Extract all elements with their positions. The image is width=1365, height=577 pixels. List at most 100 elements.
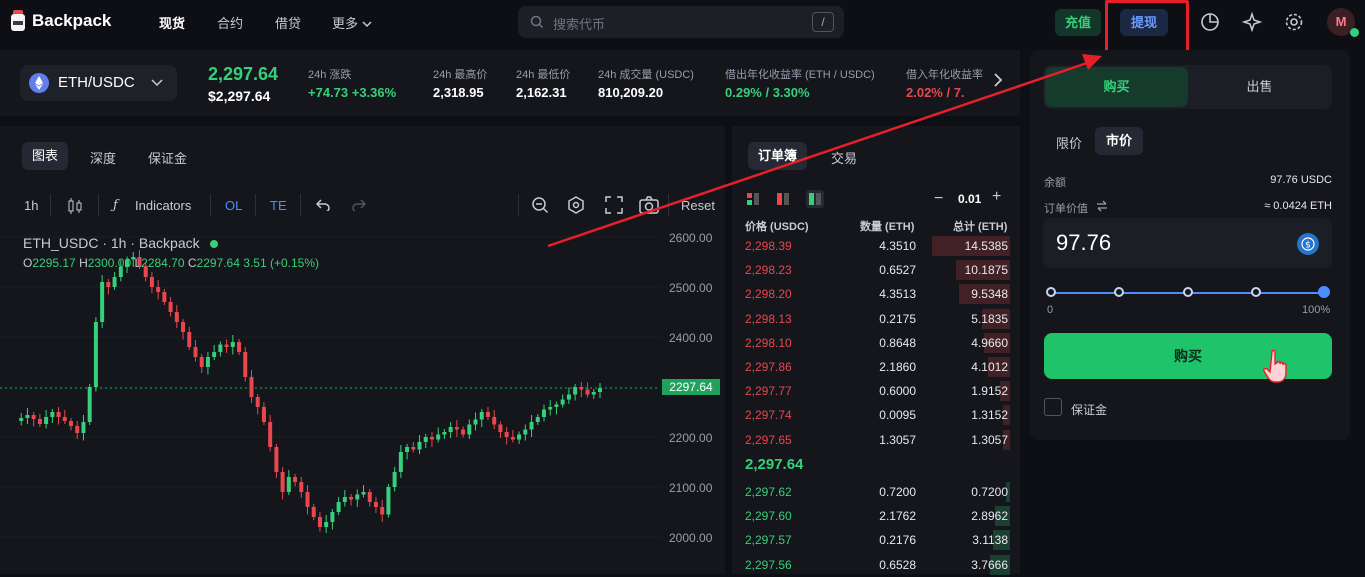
order-total: 4.9660 bbox=[971, 335, 1008, 350]
order-price: 2,297.57 bbox=[745, 533, 792, 548]
candle-body bbox=[411, 447, 416, 450]
nav-futures[interactable]: 合约 bbox=[217, 13, 243, 32]
y-tick-label: 2100.00 bbox=[669, 481, 713, 495]
orderbook-row[interactable]: 2,297.57 0.2176 3.1138 bbox=[732, 528, 1020, 552]
slider-stop[interactable] bbox=[1183, 287, 1193, 297]
slider-stop[interactable] bbox=[1114, 287, 1124, 297]
order-type-market[interactable]: 市价 bbox=[1095, 127, 1143, 155]
swap-icon[interactable] bbox=[1096, 200, 1108, 212]
order-size: 0.2176 bbox=[879, 533, 916, 548]
slider-min-label: 0 bbox=[1047, 304, 1054, 316]
chevron-right-icon[interactable] bbox=[993, 72, 1003, 88]
orderbook-row[interactable]: 2,297.77 0.6000 1.9152 bbox=[732, 379, 1020, 403]
camera-icon[interactable] bbox=[639, 196, 659, 214]
candle-body bbox=[517, 434, 522, 440]
orderbook-row[interactable]: 2,298.13 0.2175 5.1835 bbox=[732, 307, 1020, 331]
orderbook-mid-price: 2,297.64 bbox=[745, 456, 804, 473]
candle-body bbox=[156, 287, 161, 292]
tab-orderbook[interactable]: 订单簿 bbox=[748, 142, 808, 170]
orderbook-row[interactable]: 2,297.86 2.1860 4.1012 bbox=[732, 355, 1020, 379]
tab-trades[interactable]: 交易 bbox=[831, 148, 857, 167]
ol-toggle[interactable]: OL bbox=[225, 198, 242, 213]
orderbook-row[interactable]: 2,297.62 0.7200 0.7200 bbox=[732, 480, 1020, 504]
orderbook-row[interactable]: 2,298.10 0.8648 4.9660 bbox=[732, 331, 1020, 355]
candle-body bbox=[591, 392, 596, 395]
candle-body bbox=[81, 422, 86, 433]
tab-margin[interactable]: 保证金 bbox=[148, 148, 187, 167]
stat-value-change: +74.73 +3.36% bbox=[308, 85, 397, 100]
deposit-button[interactable]: 充值 bbox=[1055, 9, 1101, 36]
candle-body bbox=[548, 407, 553, 410]
te-toggle[interactable]: TE bbox=[270, 198, 287, 213]
portfolio-pie-icon[interactable] bbox=[1200, 12, 1220, 32]
book-bids-icon[interactable] bbox=[806, 190, 824, 208]
indicators-button[interactable]: Indicators bbox=[135, 198, 191, 213]
orderbook-row[interactable]: 2,297.56 0.6528 3.7666 bbox=[732, 553, 1020, 577]
tab-chart[interactable]: 图表 bbox=[22, 142, 69, 170]
brand-logo[interactable]: Backpack bbox=[10, 10, 111, 32]
book-both-icon[interactable] bbox=[746, 192, 760, 206]
order-total: 1.9152 bbox=[971, 384, 1008, 399]
order-size: 0.6527 bbox=[879, 263, 916, 278]
nav-spot[interactable]: 现货 bbox=[159, 13, 185, 32]
settings-gear-icon[interactable] bbox=[1284, 12, 1304, 32]
redo-icon[interactable] bbox=[352, 199, 366, 211]
candle-body bbox=[405, 447, 410, 452]
candle-body bbox=[573, 387, 578, 395]
candle-body bbox=[386, 487, 391, 515]
order-total: 1.3152 bbox=[971, 408, 1008, 423]
candle-body bbox=[205, 357, 210, 367]
tab-depth[interactable]: 深度 bbox=[90, 148, 116, 167]
slider-handle[interactable] bbox=[1318, 286, 1330, 298]
order-price: 2,298.39 bbox=[745, 239, 792, 253]
tick-increase-button[interactable]: + bbox=[992, 188, 1001, 206]
orderbook-row[interactable]: 2,297.74 0.0095 1.3152 bbox=[732, 403, 1020, 427]
nav-lending[interactable]: 借贷 bbox=[275, 13, 301, 32]
toolbar-divider bbox=[210, 194, 211, 216]
orderbook-row[interactable]: 2,297.65 1.3057 1.3057 bbox=[732, 428, 1020, 452]
candle-body bbox=[230, 342, 235, 347]
candlestick-chart[interactable] bbox=[0, 230, 660, 574]
candle-body bbox=[473, 419, 478, 425]
y-tick-label: 2500.00 bbox=[669, 281, 713, 295]
nav-more[interactable]: 更多 bbox=[332, 13, 372, 32]
candle-body bbox=[280, 472, 285, 492]
slider-stop[interactable] bbox=[1046, 287, 1056, 297]
settings-hex-icon[interactable] bbox=[567, 196, 585, 214]
search-icon bbox=[530, 15, 544, 29]
candle-body bbox=[131, 257, 136, 260]
candle-type-icon[interactable] bbox=[67, 197, 83, 215]
orderbook-row[interactable]: 2,298.20 4.3513 9.5348 bbox=[732, 282, 1020, 306]
pair-selector[interactable]: ETH/USDC bbox=[20, 65, 177, 101]
candle-body bbox=[56, 412, 61, 417]
candle-body bbox=[274, 447, 279, 472]
sell-side-tab[interactable]: 出售 bbox=[1188, 67, 1331, 107]
buy-side-tab[interactable]: 购买 bbox=[1045, 67, 1188, 107]
candle-body bbox=[330, 512, 335, 522]
search-input[interactable]: 搜索代币 / bbox=[518, 6, 844, 38]
ob-header-total: 总计 (ETH) bbox=[953, 221, 1008, 233]
orderbook-row[interactable]: 2,298.39 4.3510 14.5385 bbox=[732, 234, 1020, 258]
usdc-coin-icon[interactable]: $ bbox=[1297, 233, 1319, 255]
slider-stop[interactable] bbox=[1251, 287, 1261, 297]
fullscreen-icon[interactable] bbox=[605, 196, 623, 214]
candle-body bbox=[143, 266, 148, 277]
undo-icon[interactable] bbox=[316, 199, 330, 211]
candle-body bbox=[224, 344, 229, 347]
tick-decrease-button[interactable]: − bbox=[934, 190, 943, 208]
candle-body bbox=[355, 494, 360, 500]
order-total: 10.1875 bbox=[964, 263, 1008, 278]
candle-body bbox=[112, 277, 117, 287]
orderbook-row[interactable]: 2,298.23 0.6527 10.1875 bbox=[732, 258, 1020, 282]
candle-body bbox=[118, 267, 123, 277]
sparkle-icon[interactable] bbox=[1242, 12, 1262, 32]
order-type-limit[interactable]: 限价 bbox=[1056, 133, 1082, 152]
interval-selector[interactable]: 1h bbox=[24, 198, 38, 213]
candle-body bbox=[199, 357, 204, 367]
zoom-search-icon[interactable] bbox=[531, 196, 549, 214]
order-price: 2,298.23 bbox=[745, 263, 792, 278]
orderbook-row[interactable]: 2,297.60 2.1762 2.8962 bbox=[732, 504, 1020, 528]
margin-checkbox[interactable] bbox=[1044, 398, 1062, 416]
reset-button[interactable]: Reset bbox=[681, 198, 715, 213]
book-asks-icon[interactable] bbox=[776, 192, 790, 206]
